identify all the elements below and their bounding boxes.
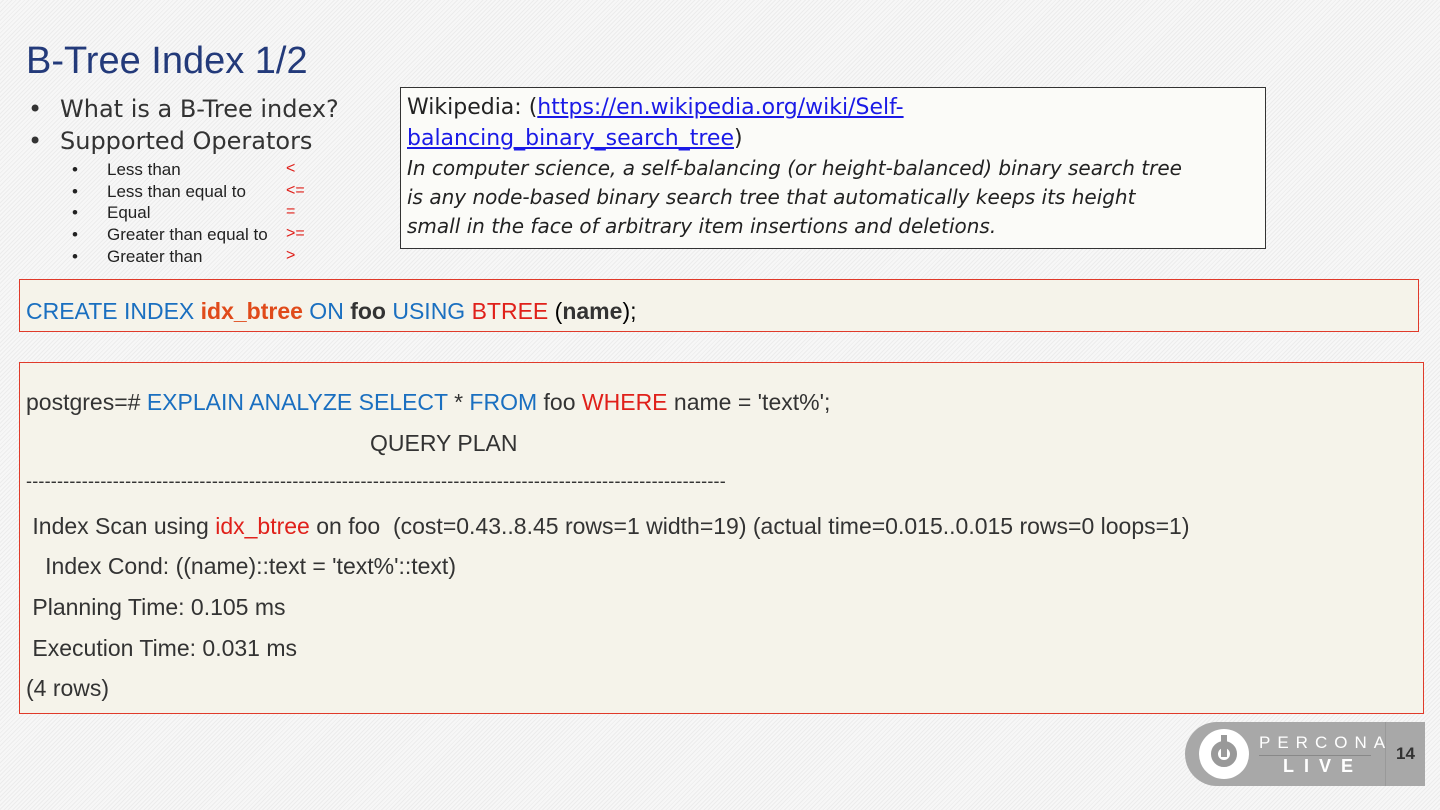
operator-label: Greater than bbox=[107, 247, 203, 266]
wiki-prefix: Wikipedia: ( bbox=[407, 95, 538, 120]
txt: * bbox=[447, 389, 470, 415]
operator-label: Less than equal to bbox=[107, 182, 246, 201]
kw: USING bbox=[385, 298, 472, 324]
operator-item: • Less than < bbox=[72, 160, 296, 179]
column-name: name bbox=[562, 298, 623, 324]
index-cond: Index Cond: ((name)::text = 'text%'::tex… bbox=[26, 553, 456, 579]
operator-label: Equal bbox=[107, 203, 151, 222]
punct: ( bbox=[548, 298, 563, 324]
wiki-link-cont[interactable]: balancing_binary_search_tree bbox=[407, 126, 734, 151]
wiki-suffix: ) bbox=[734, 126, 743, 151]
kw: EXPLAIN ANALYZE SELECT bbox=[146, 389, 448, 415]
kw: WHERE bbox=[581, 389, 668, 415]
punct: ); bbox=[622, 298, 637, 324]
planning-time: Planning Time: 0.105 ms bbox=[26, 594, 286, 620]
operator-item: • Greater than equal to >= bbox=[72, 225, 305, 244]
query-line: postgres=# EXPLAIN ANALYZE SELECT * FROM… bbox=[26, 389, 830, 416]
table-name: foo bbox=[350, 298, 386, 324]
plan-header: QUERY PLAN bbox=[370, 430, 518, 456]
wiki-text: is any node-based binary search tree tha… bbox=[407, 185, 1136, 209]
bullet-text: Supported Operators bbox=[60, 127, 313, 155]
operator-symbol: > bbox=[286, 247, 296, 264]
operator-item: • Equal = bbox=[72, 203, 296, 222]
kw: FROM bbox=[469, 389, 538, 415]
operator-symbol: < bbox=[286, 160, 296, 177]
txt: on foo (cost=0.43..8.45 rows=1 width=19)… bbox=[309, 513, 1190, 539]
execution-time: Execution Time: 0.031 ms bbox=[26, 635, 298, 661]
operator-item: • Greater than > bbox=[72, 247, 296, 266]
prompt: postgres=# bbox=[26, 389, 147, 415]
divider: ----------------------------------------… bbox=[26, 471, 726, 491]
method: BTREE bbox=[471, 298, 549, 324]
bullet: • Supported Operators bbox=[28, 127, 313, 155]
percona-live-logo: PERCONA LIVE bbox=[1185, 722, 1385, 786]
txt: name = 'text%'; bbox=[667, 389, 831, 415]
txt: Index Scan using bbox=[26, 513, 216, 539]
wiki-text: small in the face of arbitrary item inse… bbox=[407, 214, 997, 238]
power-icon bbox=[1199, 729, 1249, 779]
kw: ON bbox=[302, 298, 351, 324]
operator-label: Greater than equal to bbox=[107, 225, 268, 244]
index-name: idx_btree bbox=[215, 513, 310, 539]
operator-symbol: >= bbox=[286, 225, 305, 242]
slide-title: B-Tree Index 1/2 bbox=[26, 40, 308, 82]
operator-label: Less than bbox=[107, 160, 181, 179]
wikipedia-quote-box: Wikipedia: (https://en.wikipedia.org/wik… bbox=[400, 87, 1266, 249]
wiki-text: In computer science, a self-balancing (o… bbox=[407, 156, 1182, 180]
operator-symbol: = bbox=[286, 203, 296, 220]
kw: CREATE INDEX bbox=[26, 298, 201, 324]
bullet: • What is a B-Tree index? bbox=[28, 95, 339, 123]
operator-item: • Less than equal to <= bbox=[72, 182, 305, 201]
create-index-code: CREATE INDEX idx_btree ON foo USING BTRE… bbox=[19, 279, 1419, 332]
bullet-text: What is a B-Tree index? bbox=[60, 95, 339, 123]
page-number: 14 bbox=[1385, 722, 1425, 786]
wiki-link[interactable]: https://en.wikipedia.org/wiki/Self- bbox=[537, 95, 903, 120]
row-count: (4 rows) bbox=[26, 675, 110, 701]
index-name: idx_btree bbox=[200, 298, 303, 324]
operator-symbol: <= bbox=[286, 182, 305, 199]
brand-live: LIVE bbox=[1283, 756, 1364, 776]
txt: foo bbox=[537, 389, 582, 415]
scan-line: Index Scan using idx_btree on foo (cost=… bbox=[26, 513, 1190, 540]
explain-output: postgres=# EXPLAIN ANALYZE SELECT * FROM… bbox=[19, 362, 1424, 714]
brand-percona: PERCONA bbox=[1259, 733, 1393, 752]
